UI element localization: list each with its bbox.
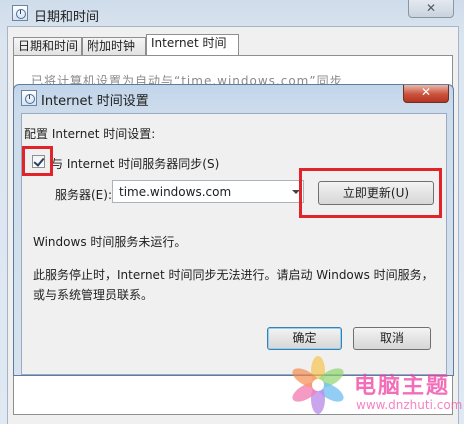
dialog-title: Internet 时间设置 [41,94,149,109]
server-combobox[interactable]: time.windows.com [112,180,304,203]
tab-internet-time[interactable]: Internet 时间 [146,34,239,56]
chevron-down-icon[interactable] [289,181,303,202]
settings-heading: 配置 Internet 时间设置: [24,127,156,141]
service-status-text: Windows 时间服务未运行。 [33,235,187,249]
sync-checkbox[interactable] [32,155,45,168]
ok-button[interactable]: 确定 [267,327,342,350]
watermark-url: www.dnzhuti.com [356,398,463,412]
tab-additional-clocks[interactable]: 附加时钟 [82,37,146,55]
clock-icon [12,5,28,21]
server-value: time.windows.com [119,185,232,199]
cancel-button[interactable]: 取消 [353,327,431,350]
error-message-line-2: 或与系统管理员联系。 [33,288,154,302]
watermark-title: 电脑主题 [354,374,451,399]
window-titlebar: 日期和时间 ✕ [0,0,464,26]
watermark-flower-logo [292,356,344,414]
dialog-close-button[interactable]: ✕ [403,85,449,103]
window-close-button[interactable]: ✕ [408,0,454,18]
server-label: 服务器(E): [55,188,112,202]
error-message-line-1: 此服务停止时，Internet 时间同步无法进行。请启动 Windows 时间服… [33,268,434,282]
clock-icon [21,90,37,106]
sync-checkbox-label[interactable]: 与 Internet 时间服务器同步(S) [51,155,219,172]
update-now-button[interactable]: 立即更新(U) [318,181,434,205]
tab-date-time[interactable]: 日期和时间 [13,37,82,55]
window-title: 日期和时间 [34,10,100,25]
